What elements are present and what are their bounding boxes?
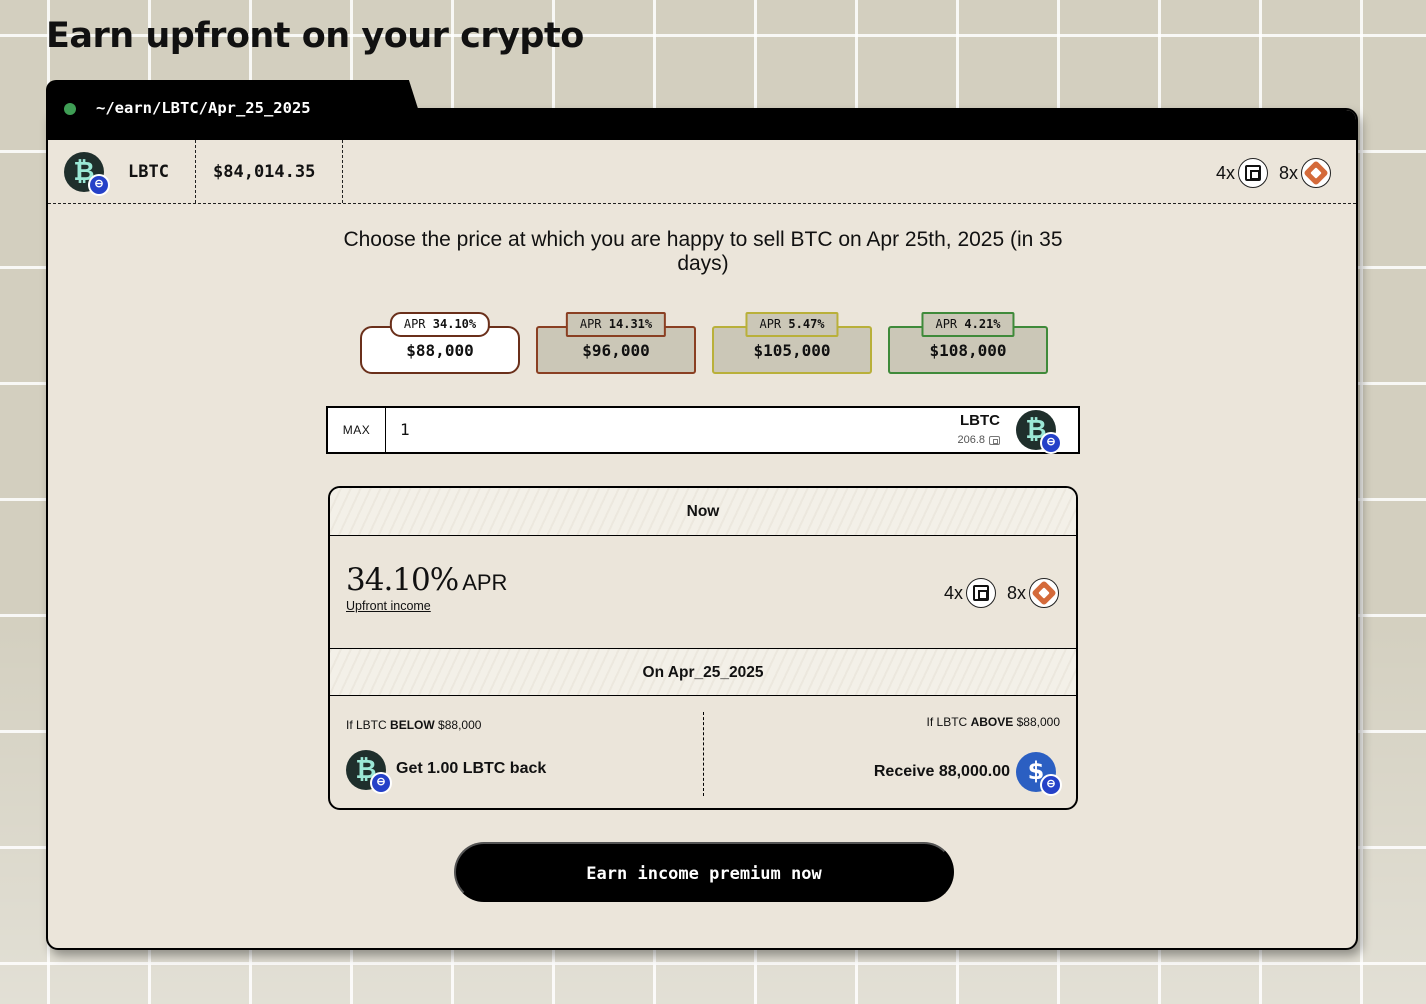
strike-apr-badge: APR 34.10% xyxy=(389,312,491,337)
summary-multiplier-8x: 8x xyxy=(1007,578,1060,608)
amount-input[interactable]: 1 xyxy=(400,420,410,439)
earn-summary-card: Now 34.10% APR Upfront income 4x 8x On Ap… xyxy=(328,486,1078,810)
asset-multiplier-8x: 8x xyxy=(1279,158,1332,188)
lombard-badge-icon: ⊖ xyxy=(88,174,110,196)
protocol-orange-icon xyxy=(1029,578,1060,608)
wallet-icon xyxy=(989,435,1000,445)
strike-option-105000[interactable]: APR 5.47% $105,000 xyxy=(712,312,872,374)
summary-multiplier-4x: 4x xyxy=(944,578,997,608)
strike-option-108000[interactable]: APR 4.21% $108,000 xyxy=(888,312,1048,374)
asset-multiplier-4x: 4x xyxy=(1216,158,1269,188)
earn-window: ₿ ⊖ LBTC $84,014.35 4x 8x Choose the pric… xyxy=(46,108,1358,950)
protocol-black-icon xyxy=(966,578,997,608)
window-tab: ~/earn/LBTC/Apr_25_2025 xyxy=(46,80,428,140)
strike-option-88000[interactable]: APR 34.10% $88,000 xyxy=(360,312,520,374)
usdc-coin-icon: $ ⊖ xyxy=(1016,752,1062,796)
strike-price: $96,000 xyxy=(582,341,650,360)
apr-value: 34.10% APR xyxy=(346,562,508,598)
lbtc-coin-icon: ₿ ⊖ xyxy=(64,152,110,196)
protocol-black-icon xyxy=(1238,158,1269,188)
divider xyxy=(195,140,196,203)
multiplier-label: 8x xyxy=(1279,162,1299,183)
above-condition: If LBTC ABOVE $88,000 xyxy=(926,715,1060,729)
earn-income-button[interactable]: Earn income premium now xyxy=(454,842,954,902)
multiplier-label: 4x xyxy=(1216,162,1236,183)
lbtc-coin-icon: ₿ ⊖ xyxy=(1016,410,1062,454)
lombard-badge-icon: ⊖ xyxy=(1040,774,1062,796)
lombard-badge-icon: ⊖ xyxy=(370,772,392,794)
strike-apr-badge: APR 14.31% xyxy=(565,312,667,337)
strike-option-96000[interactable]: APR 14.31% $96,000 xyxy=(536,312,696,374)
wallet-balance: 206.8 xyxy=(957,434,1000,446)
multiplier-label: 8x xyxy=(1007,582,1027,603)
amount-unit: LBTC xyxy=(960,412,1000,429)
divider xyxy=(703,712,704,796)
expiry-header: On Apr_25_2025 xyxy=(330,648,1076,696)
strike-price: $88,000 xyxy=(406,341,474,360)
strike-question: Choose the price at which you are happy … xyxy=(343,228,1063,275)
upfront-income-link[interactable]: Upfront income xyxy=(346,599,431,613)
divider xyxy=(342,140,343,203)
page-title: Earn upfront on your crypto xyxy=(46,16,584,56)
strike-apr-badge: APR 5.47% xyxy=(745,312,839,337)
multiplier-label: 4x xyxy=(944,582,964,603)
above-result: Receive 88,000.00 xyxy=(873,763,1010,780)
below-condition: If LBTC BELOW $88,000 xyxy=(346,718,482,732)
lombard-badge-icon: ⊖ xyxy=(1040,432,1062,454)
status-dot-icon xyxy=(64,103,76,115)
protocol-orange-icon xyxy=(1301,158,1332,188)
asset-price: $84,014.35 xyxy=(213,162,316,182)
window-path: ~/earn/LBTC/Apr_25_2025 xyxy=(96,99,311,117)
max-button[interactable]: MAX xyxy=(328,408,386,452)
lbtc-coin-icon: ₿ ⊖ xyxy=(346,750,392,794)
strike-price: $108,000 xyxy=(929,341,1007,360)
strike-price: $105,000 xyxy=(753,341,831,360)
strike-apr-badge: APR 4.21% xyxy=(921,312,1015,337)
asset-name: LBTC xyxy=(128,162,169,182)
now-header: Now xyxy=(330,488,1076,536)
asset-strip: ₿ ⊖ LBTC $84,014.35 4x 8x xyxy=(48,140,1356,204)
amount-input-group: MAX 1 LBTC 206.8 ₿ ⊖ xyxy=(326,406,1080,454)
below-result: Get 1.00 LBTC back xyxy=(396,760,547,777)
